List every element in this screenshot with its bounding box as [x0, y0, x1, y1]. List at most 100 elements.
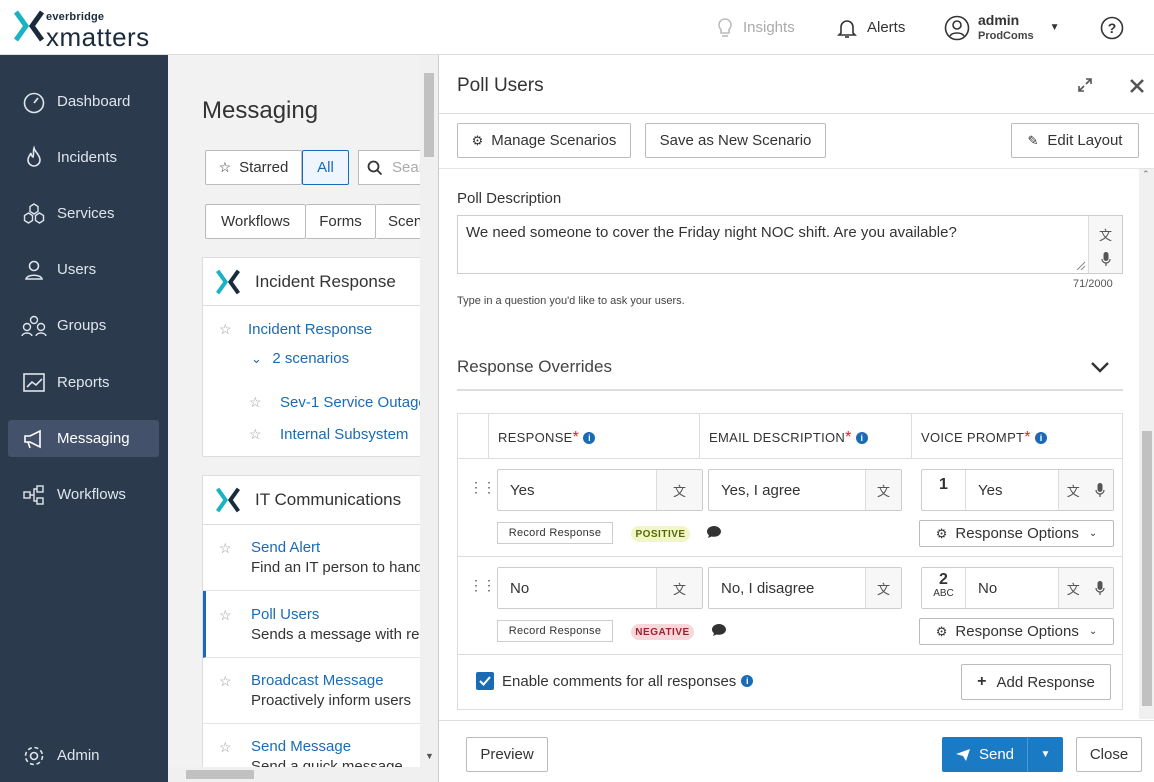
filter-starred-button[interactable]: ☆ Starred	[205, 150, 302, 185]
gear-icon: ⚙	[935, 525, 948, 541]
list-item[interactable]: ☆ Incident Response	[219, 321, 372, 339]
form-link[interactable]: Incident Response	[248, 321, 372, 338]
expand-icon[interactable]	[1077, 77, 1093, 93]
insights-link[interactable]: Insights	[716, 0, 795, 55]
send-options-dropdown[interactable]: ▼	[1028, 737, 1063, 772]
resize-handle-icon[interactable]	[1074, 259, 1086, 271]
help-button[interactable]: ?	[1100, 0, 1124, 55]
scroll-up-arrow-icon[interactable]: ⌃	[1142, 169, 1150, 180]
translate-icon[interactable]: 文	[1067, 579, 1080, 598]
scroll-down-arrow-icon[interactable]: ▼	[425, 751, 434, 761]
drag-handle-icon[interactable]: ⋮⋮	[469, 577, 496, 594]
record-response-button[interactable]: Record Response	[497, 620, 613, 642]
enable-comments-checkbox[interactable]: Enable comments for all responses i	[476, 672, 754, 690]
scenario-link[interactable]: Internal Subsystem	[280, 426, 408, 443]
info-icon[interactable]: i	[1034, 431, 1047, 444]
voice-prompt-input[interactable]: 2 ABC No 文	[921, 567, 1114, 609]
vertical-scrollbar[interactable]: ⌃	[1139, 169, 1154, 719]
list-item[interactable]: ☆ Send Alert Find an IT person to handle	[203, 525, 438, 591]
email-description-input[interactable]: Yes, I agree 文	[708, 469, 902, 511]
chevron-down-icon[interactable]	[1090, 361, 1110, 373]
xmatters-icon	[216, 487, 240, 513]
sidebar-item-label: Messaging	[57, 430, 130, 447]
response-input[interactable]: No 文	[497, 567, 703, 609]
sidebar-item-users[interactable]: Users	[8, 251, 159, 288]
star-icon[interactable]: ☆	[219, 673, 232, 690]
edit-layout-button[interactable]: ✎ Edit Layout	[1011, 123, 1139, 158]
poll-description-textarea[interactable]: We need someone to cover the Friday nigh…	[457, 215, 1123, 274]
scenario-link[interactable]: Sev-1 Service Outage	[280, 394, 427, 411]
response-options-button[interactable]: ⚙ Response Options ⌄	[919, 618, 1114, 645]
star-icon[interactable]: ☆	[219, 540, 232, 557]
form-link[interactable]: Send Message	[251, 738, 351, 755]
search-icon	[367, 160, 383, 175]
voice-prompt-input[interactable]: 1 Yes 文	[921, 469, 1114, 511]
star-icon[interactable]: ☆	[219, 739, 232, 756]
form-link[interactable]: Send Alert	[251, 539, 320, 556]
send-button-group: Send ▼	[942, 737, 1063, 772]
translate-button[interactable]: 文	[656, 470, 702, 510]
sidebar-item-groups[interactable]: Groups	[8, 307, 159, 344]
sidebar-item-messaging[interactable]: Messaging	[8, 420, 159, 457]
user-company: ProdComs	[978, 29, 1034, 42]
sidebar-item-reports[interactable]: Reports	[8, 364, 159, 401]
tab-workflows[interactable]: Workflows	[205, 204, 306, 239]
close-button[interactable]: Close	[1076, 737, 1142, 772]
translate-icon[interactable]: 文	[1067, 481, 1080, 500]
star-icon[interactable]: ☆	[219, 321, 232, 337]
comment-icon[interactable]	[711, 623, 727, 637]
vertical-scrollbar[interactable]: ▼	[420, 55, 438, 767]
user-menu[interactable]: admin ProdComs ▼	[944, 0, 1060, 55]
translate-icon[interactable]: 文	[1099, 225, 1112, 244]
scrollbar-thumb[interactable]	[1142, 431, 1152, 706]
tab-forms[interactable]: Forms	[306, 204, 376, 239]
sidebar-item-dashboard[interactable]: Dashboard	[8, 83, 159, 120]
info-icon[interactable]: i	[855, 431, 868, 444]
response-value: Yes	[510, 482, 535, 499]
info-icon[interactable]: i	[741, 675, 754, 687]
manage-scenarios-button[interactable]: ⚙ Manage Scenarios	[457, 123, 631, 158]
brand-big: xmatters	[46, 22, 150, 52]
edit-layout-label: Edit Layout	[1047, 132, 1123, 149]
info-icon[interactable]: i	[583, 431, 596, 444]
xmatters-logo[interactable]: everbridge xmatters	[13, 10, 149, 52]
scenario-item[interactable]: ☆ Sev-1 Service Outage	[249, 394, 427, 412]
comment-icon[interactable]	[706, 525, 722, 539]
translate-button[interactable]: 文	[865, 470, 901, 510]
email-description-input[interactable]: No, I disagree 文	[708, 567, 902, 609]
sidebar-item-workflows[interactable]: Workflows	[8, 476, 159, 513]
response-input[interactable]: Yes 文	[497, 469, 703, 511]
drag-handle-icon[interactable]: ⋮⋮	[469, 479, 496, 496]
close-icon[interactable]	[1129, 78, 1145, 94]
alerts-link[interactable]: Alerts	[836, 0, 905, 55]
preview-button[interactable]: Preview	[466, 737, 548, 772]
translate-button[interactable]: 文	[656, 568, 702, 608]
scenario-item[interactable]: ☆ Internal Subsystem	[249, 426, 408, 444]
record-response-button[interactable]: Record Response	[497, 522, 613, 544]
list-item[interactable]: ☆ Broadcast Message Proactively inform u…	[203, 658, 438, 724]
form-link[interactable]: Broadcast Message	[251, 672, 384, 689]
response-options-button[interactable]: ⚙ Response Options ⌄	[919, 520, 1114, 547]
scrollbar-thumb[interactable]	[424, 73, 434, 157]
divider	[457, 389, 1123, 391]
filter-all-button[interactable]: All	[302, 150, 349, 185]
star-icon[interactable]: ☆	[249, 394, 262, 410]
horizontal-scrollbar[interactable]	[168, 767, 438, 782]
form-link[interactable]: Poll Users	[251, 606, 319, 623]
send-button[interactable]: Send	[942, 737, 1028, 772]
sidebar-item-services[interactable]: Services	[8, 195, 159, 232]
microphone-icon[interactable]	[1101, 252, 1111, 266]
star-icon[interactable]: ☆	[219, 607, 232, 624]
list-item-selected[interactable]: ☆ Poll Users Sends a message with respon…	[203, 591, 438, 658]
star-icon[interactable]: ☆	[249, 426, 262, 442]
translate-button[interactable]: 文	[865, 568, 901, 608]
sidebar-item-incidents[interactable]: Incidents	[8, 139, 159, 176]
microphone-icon[interactable]	[1095, 483, 1105, 497]
scenarios-toggle[interactable]: ⌄ 2 scenarios	[251, 350, 349, 368]
sidebar-item-admin[interactable]: Admin	[8, 737, 159, 774]
microphone-icon[interactable]	[1095, 581, 1105, 595]
scrollbar-thumb[interactable]	[186, 770, 254, 779]
add-response-button[interactable]: + Add Response	[961, 664, 1111, 700]
checkbox-checked-icon[interactable]	[476, 672, 494, 690]
save-scenario-button[interactable]: Save as New Scenario	[645, 123, 826, 158]
